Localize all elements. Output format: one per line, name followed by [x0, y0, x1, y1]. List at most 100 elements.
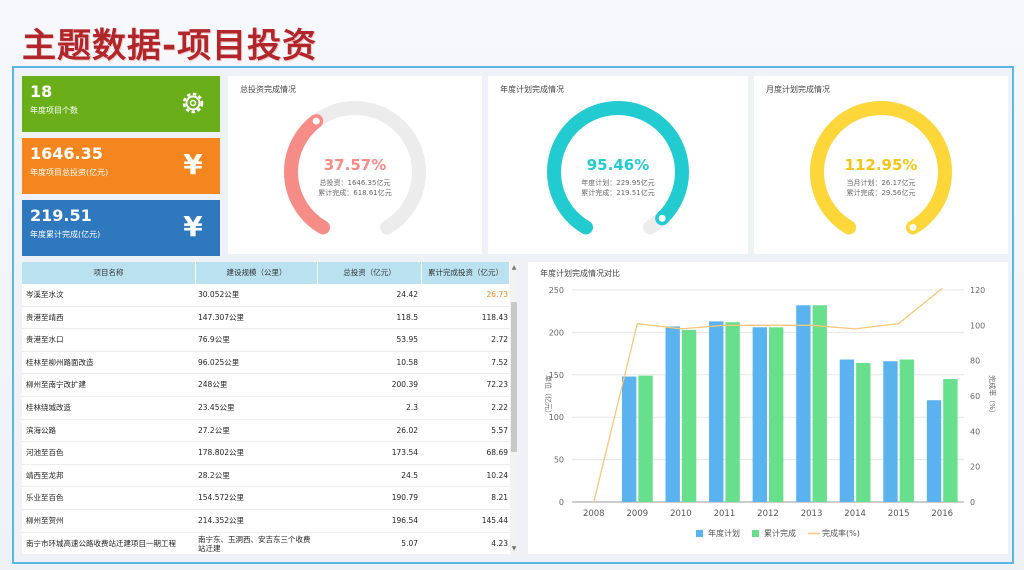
cell-project-name: 贵港至水口 — [26, 335, 64, 345]
bar-annual-plan[interactable] — [883, 361, 898, 502]
gauge-percent: 95.46% — [586, 156, 650, 174]
cell-project-name: 南宁市环城高速公路收费站迁建项目一期工程 — [26, 538, 176, 548]
cell-project-name: 岑溪至水汶 — [26, 290, 64, 299]
cell-scale: 147.307公里 — [198, 312, 245, 322]
cell-cumulative: 2.22 — [491, 403, 508, 412]
table-row[interactable]: 河池至百色 178.802公里 173.54 68.69 — [22, 442, 510, 465]
cell-total-investment: 10.58 — [396, 357, 418, 367]
cell-cumulative: 118.43 — [481, 312, 508, 322]
scroll-thumb[interactable] — [511, 302, 517, 452]
chart-title: 年度计划完成情况对比 — [540, 269, 620, 278]
table-row[interactable]: 滨海公路 27.2公里 26.02 5.57 — [22, 420, 510, 443]
header-cumulative[interactable]: 累计完成投资（亿元） — [422, 262, 510, 284]
scroll-down-icon[interactable]: ▼ — [510, 545, 518, 552]
y-tick-label: 0 — [559, 498, 564, 507]
legend-label[interactable]: 年度计划 — [708, 528, 740, 538]
cell-scale: 27.2公里 — [198, 425, 230, 435]
bar-cumulative[interactable] — [812, 305, 827, 502]
legend-label[interactable]: 完成率(%) — [822, 528, 860, 538]
gauge-arc — [284, 114, 330, 235]
scroll-up-icon[interactable]: ▲ — [510, 264, 518, 271]
x-tick-label: 2011 — [714, 509, 736, 519]
cell-scale: 214.352公里 — [198, 516, 245, 525]
header-scale[interactable]: 建设规模（公里） — [196, 262, 318, 284]
table-scrollbar[interactable]: ▲ ▼ — [510, 262, 518, 554]
bar-annual-plan[interactable] — [839, 359, 855, 502]
bar-cumulative[interactable] — [725, 322, 740, 502]
table-row[interactable]: 桂林绕城改造 23.45公里 2.3 2.22 — [22, 397, 510, 420]
stat-card-total-investment[interactable]: 1646.35 年度项目总投资(亿元) ¥ — [22, 138, 220, 194]
legend-swatch — [696, 530, 703, 537]
gauge-percent: 37.57% — [323, 156, 387, 174]
bar-cumulative[interactable] — [638, 375, 653, 502]
table-row[interactable]: 靖西至龙邦 28.2公里 24.5 10.24 — [22, 465, 510, 488]
bar-annual-plan[interactable] — [752, 327, 767, 502]
yuan-icon: ¥ — [183, 148, 203, 181]
stat-card-cumulative-completion[interactable]: 219.51 年度累计完成(亿元) ¥ — [22, 200, 220, 256]
table-row[interactable]: 桂林至柳州路面改造 96.025公里 10.58 7.52 — [22, 352, 510, 375]
cell-project-name: 靖西至龙邦 — [26, 470, 64, 480]
y2-tick-label: 20 — [970, 463, 980, 472]
cell-cumulative: 68.69 — [486, 448, 508, 458]
bar-annual-plan[interactable] — [796, 305, 811, 502]
cell-cumulative: 10.24 — [486, 470, 508, 480]
cell-project-name: 乐业至百色 — [26, 493, 64, 503]
table-row[interactable]: 柳州至南宁改扩建 248公里 200.39 72.23 — [22, 374, 510, 397]
table-row[interactable]: 岑溪至水汶 30.052公里 24.42 26.73 — [22, 284, 510, 307]
cell-total-investment: 196.54 — [391, 516, 418, 525]
cell-project-name: 柳州至贺州 — [26, 516, 64, 525]
bar-annual-plan[interactable] — [665, 326, 680, 502]
y2-tick-label: 60 — [970, 392, 980, 401]
bar-annual-plan[interactable] — [621, 376, 637, 502]
gauge-line1: 年度计划：229.95亿元 — [581, 179, 655, 187]
table-header: 项目名称 建设规模（公里） 总投资（亿元） 累计完成投资（亿元） — [22, 262, 510, 284]
x-tick-label: 2013 — [801, 509, 823, 519]
cell-cumulative: 7.52 — [491, 357, 508, 367]
cell-cumulative: 5.57 — [491, 425, 508, 435]
cell-total-investment: 24.5 — [401, 470, 418, 480]
x-tick-label: 2016 — [931, 509, 953, 519]
gauge-card-annual-plan: 年度计划完成情况 95.46% 年度计划：229.95亿元 累计完成：219.5… — [488, 76, 748, 254]
gauge-card-total-investment: 总投资完成情况 37.57% 总投资：1646.35亿元 累计完成：618.61… — [228, 76, 482, 254]
gauge-line1: 当月计划：26.17亿元 — [846, 179, 916, 187]
cell-scale: 28.2公里 — [198, 470, 230, 480]
cell-scale: 南宁东、玉洞西、安吉东三个收费站迁建 — [198, 534, 311, 553]
gauge-line2: 累计完成：618.61亿元 — [318, 189, 392, 197]
bar-annual-plan[interactable] — [926, 400, 942, 502]
cell-total-investment: 24.42 — [396, 290, 418, 299]
gauge-line2: 累计完成：219.51亿元 — [581, 189, 655, 197]
table-row[interactable]: 贵港至水口 76.9公里 53.95 2.72 — [22, 329, 510, 352]
gauge-knob — [312, 117, 320, 125]
chart-canvas: 050100150200250020406080100120单位（亿元） 完成率（… — [544, 286, 997, 538]
table-row[interactable]: 乐业至百色 154.572公里 190.79 8.21 — [22, 487, 510, 510]
bar-cumulative[interactable] — [943, 379, 958, 502]
y2-tick-label: 100 — [970, 321, 985, 330]
table-row[interactable]: 柳州至贺州 214.352公里 196.54 145.44 — [22, 510, 510, 533]
cell-total-investment: 190.79 — [391, 493, 418, 503]
bar-cumulative[interactable] — [769, 327, 784, 502]
y2-tick-label: 120 — [970, 286, 985, 295]
cell-total-investment: 2.3 — [406, 403, 418, 412]
x-tick-label: 2012 — [757, 509, 779, 519]
cell-cumulative: 4.23 — [491, 538, 508, 548]
gauge-line1: 总投资：1646.35亿元 — [319, 179, 391, 187]
table-row[interactable]: 南宁市环城高速公路收费站迁建项目一期工程 南宁东、玉洞西、安吉东三个收费站迁建 5.… — [22, 533, 510, 554]
stat-card-project-count[interactable]: 18 年度项目个数 — [22, 76, 220, 132]
cell-scale: 76.9公里 — [198, 335, 230, 345]
x-tick-label: 2015 — [888, 509, 910, 519]
gauge-knob — [658, 214, 666, 222]
x-tick-label: 2014 — [844, 509, 866, 519]
bar-cumulative[interactable] — [899, 359, 915, 502]
cell-cumulative: 2.72 — [491, 335, 508, 345]
bar-cumulative[interactable] — [681, 329, 697, 502]
cell-total-investment: 118.5 — [396, 312, 418, 322]
header-total-investment[interactable]: 总投资（亿元） — [318, 262, 422, 284]
table-row[interactable]: 贵港至靖西 147.307公里 118.5 118.43 — [22, 307, 510, 330]
comparison-chart: 年度计划完成情况对比 0 50 100 150 200 250 0 20 40 60 80 100 12… — [528, 262, 1008, 554]
legend-label[interactable]: 累计完成 — [764, 528, 796, 538]
header-project-name[interactable]: 项目名称 — [22, 262, 196, 284]
cell-total-investment: 200.39 — [391, 380, 418, 390]
bar-cumulative[interactable] — [856, 362, 871, 502]
bar-annual-plan[interactable] — [709, 321, 724, 502]
cell-scale: 30.052公里 — [198, 290, 240, 299]
